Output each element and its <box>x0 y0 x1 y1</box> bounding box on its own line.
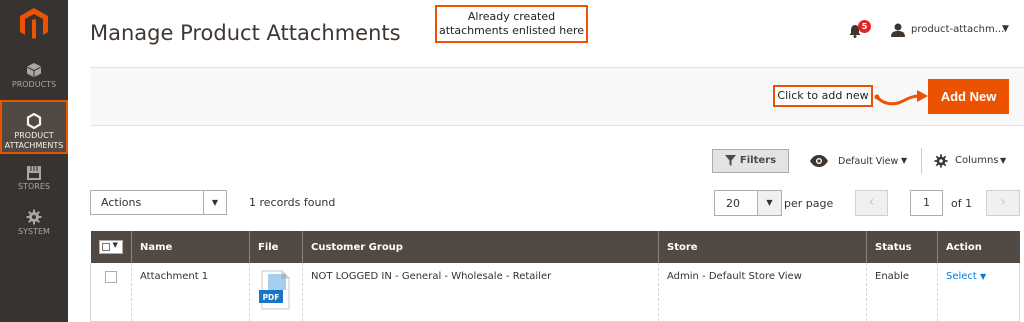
filters-label: Filters <box>739 155 777 166</box>
chevron-down-icon[interactable]: ▼ <box>757 191 781 215</box>
cell-customer-group: NOT LOGGED IN - General - Wholesale - Re… <box>302 263 659 322</box>
magento-logo-icon[interactable] <box>20 8 48 40</box>
mass-actions-label: Actions <box>101 196 142 209</box>
records-found-count: 1 records found <box>249 196 336 209</box>
table-header-row: ▼ Name File Customer Group Store Status … <box>90 231 1020 263</box>
main-content: Manage Product Attachments Already creat… <box>68 0 1024 322</box>
columns-dropdown[interactable]: Columns <box>955 155 999 166</box>
hexagon-icon <box>26 113 42 129</box>
eye-icon[interactable] <box>810 155 828 167</box>
sidebar-item-label: SYSTEM <box>18 227 50 236</box>
column-header-name[interactable]: Name <box>131 231 250 263</box>
callout-line: Already created <box>467 10 556 23</box>
next-page-button[interactable]: › <box>986 190 1020 216</box>
column-header-file[interactable]: File <box>249 231 303 263</box>
row-select-cell <box>90 263 132 322</box>
current-page-input[interactable]: 1 <box>910 190 943 216</box>
sidebar-item-label: STORES <box>18 182 50 191</box>
chevron-down-icon[interactable]: ▼ <box>901 156 907 165</box>
admin-sidebar: PRODUCTS PRODUCT ATTACHMENTS STORES SYST… <box>0 0 68 322</box>
chevron-down-icon[interactable]: ▼ <box>980 272 986 281</box>
previous-page-button[interactable]: ‹ <box>855 190 888 216</box>
user-account-name[interactable]: product-attachm... <box>911 24 1004 35</box>
sidebar-item-label-line1: PRODUCT <box>14 131 54 140</box>
notification-count-badge[interactable]: 5 <box>858 20 871 33</box>
total-pages-label: of 1 <box>951 197 973 210</box>
column-header-status[interactable]: Status <box>866 231 938 263</box>
callout-line: attachments enlisted here <box>438 24 585 37</box>
per-page-value: 20 <box>726 197 740 210</box>
annotation-callout-add: Click to add new <box>773 85 873 107</box>
cell-name: Attachment 1 <box>131 263 250 322</box>
gear-icon <box>26 209 42 225</box>
default-view-dropdown[interactable]: Default View <box>838 156 898 167</box>
cell-status: Enable <box>866 263 938 322</box>
table-row: Attachment 1 PDF NOT LOGGED IN - General… <box>90 263 1020 322</box>
cube-icon <box>27 63 41 77</box>
add-new-button[interactable]: Add New <box>928 79 1009 114</box>
filter-icon <box>724 154 736 166</box>
column-header-action: Action <box>937 231 1020 263</box>
sidebar-item-label: PRODUCTS <box>11 80 57 89</box>
chevron-down-icon[interactable]: ▼ <box>1002 24 1009 34</box>
column-header-store[interactable]: Store <box>658 231 867 263</box>
cell-file: PDF <box>249 263 303 322</box>
store-icon <box>27 166 41 180</box>
sidebar-item-products[interactable]: PRODUCTS <box>0 62 68 90</box>
per-page-label: per page <box>784 197 834 210</box>
attachments-grid: ▼ Name File Customer Group Store Status … <box>90 231 1020 322</box>
chevron-down-icon[interactable]: ▼ <box>203 191 226 214</box>
user-icon[interactable] <box>891 23 905 37</box>
gear-icon[interactable] <box>934 154 948 168</box>
sidebar-item-system[interactable]: SYSTEM <box>0 209 68 237</box>
sidebar-item-stores[interactable]: STORES <box>0 164 68 192</box>
cell-action: Select ▼ <box>937 263 1020 322</box>
pdf-icon-label: PDF <box>263 293 280 302</box>
divider <box>921 148 922 174</box>
mass-select-header[interactable]: ▼ <box>90 231 132 263</box>
annotation-callout-listed: Already created attachments enlisted her… <box>435 5 588 43</box>
sidebar-item-product-attachments[interactable]: PRODUCT ATTACHMENTS <box>0 100 68 154</box>
per-page-select[interactable]: 20 ▼ <box>714 190 782 216</box>
mass-select-checkbox[interactable]: ▼ <box>98 240 123 254</box>
sidebar-item-label-line2: ATTACHMENTS <box>4 141 64 150</box>
row-checkbox[interactable] <box>105 271 117 283</box>
filters-button[interactable]: Filters <box>712 149 789 173</box>
cell-store: Admin - Default Store View <box>658 263 867 322</box>
column-header-customer-group[interactable]: Customer Group <box>302 231 659 263</box>
pdf-file-icon[interactable]: PDF <box>258 269 292 310</box>
row-action-select[interactable]: Select <box>946 271 977 282</box>
page-title: Manage Product Attachments <box>90 21 401 45</box>
annotation-arrow-icon <box>874 90 928 106</box>
chevron-down-icon[interactable]: ▼ <box>1000 156 1006 165</box>
mass-actions-select[interactable]: Actions ▼ <box>90 190 227 215</box>
